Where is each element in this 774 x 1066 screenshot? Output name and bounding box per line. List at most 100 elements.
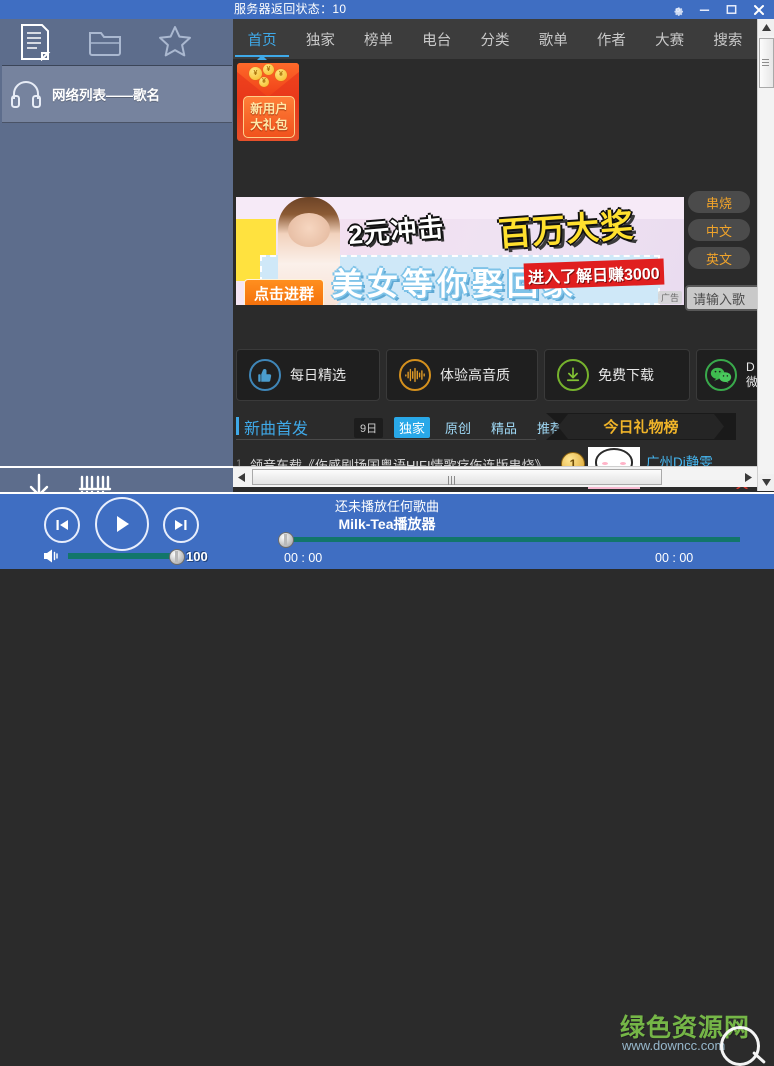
web-content-area: 首页 独家 榜单 电台 分类 歌单 作者 大赛 搜索 ¥ ¥ ¥ ¥ 新用户 大… xyxy=(233,19,757,491)
time-elapsed: 00 : 00 xyxy=(284,551,323,565)
section-title: 新曲首发 xyxy=(244,421,309,438)
filter-premium[interactable]: 精品 xyxy=(486,417,522,438)
feature-label: D xyxy=(746,360,755,374)
section-date-badge: 9日 xyxy=(354,418,384,438)
left-panel: 网络列表——歌名 xyxy=(0,19,233,513)
seek-knob[interactable] xyxy=(278,532,294,548)
nav-tab-author[interactable]: 作者 xyxy=(582,19,640,59)
application-window: 服务器返回状态：10 网络列表——歌名 首页 独家 榜单 电台 分类 歌单 作者… xyxy=(0,0,774,1066)
volume-fill xyxy=(68,553,176,559)
genre-filter-pills: 串烧 中文 英文 xyxy=(688,191,754,275)
nav-tab-label: 搜索 xyxy=(713,32,743,49)
section-accent-bar xyxy=(236,417,239,435)
section-header: 新曲首发 9日 独家 原创 精品 推荐 今日礼物榜 xyxy=(236,413,757,441)
waveform-icon xyxy=(399,359,431,391)
gift-line-1: 新用户 xyxy=(250,102,288,116)
horizontal-scroll-thumb[interactable] xyxy=(252,469,662,485)
blush-right xyxy=(620,462,626,465)
feature-label: 体验高音质 xyxy=(440,367,510,383)
section-filters: 独家 原创 精品 推荐 xyxy=(394,417,568,438)
nav-tab-label: 独家 xyxy=(305,32,335,49)
network-list-title: 网络列表——歌名 xyxy=(52,88,160,103)
seek-track[interactable] xyxy=(286,537,740,542)
nav-tab-label: 大赛 xyxy=(655,32,685,49)
folder-icon[interactable] xyxy=(70,19,140,64)
filter-exclusive[interactable]: 独家 xyxy=(394,417,431,438)
filter-original[interactable]: 原创 xyxy=(440,417,476,438)
nav-tab-label: 分类 xyxy=(480,32,510,49)
feature-card-hifi[interactable]: 体验高音质 xyxy=(386,349,538,401)
feature-card-daily-picks[interactable]: 每日精选 xyxy=(236,349,380,401)
now-playing-status: 还未播放任何歌曲 xyxy=(334,499,439,514)
nav-tab-playlist[interactable]: 歌单 xyxy=(524,19,582,59)
banner-headline-right: 百万大奖 xyxy=(497,206,636,253)
feature-card-row: 每日精选 体验高音质 免费下载 D 微 xyxy=(236,349,757,401)
nav-tab-contest[interactable]: 大赛 xyxy=(641,19,699,59)
scroll-right-arrow-icon[interactable] xyxy=(740,467,757,487)
title-bar: 服务器返回状态：10 xyxy=(0,0,774,19)
left-toolbar xyxy=(0,19,233,64)
scroll-left-arrow-icon[interactable] xyxy=(233,467,250,487)
watermark-text: 绿色资源网 xyxy=(620,1014,751,1042)
magnifier-icon xyxy=(720,1026,760,1066)
feature-label: 每日精选 xyxy=(290,367,346,383)
gift-ranking-ribbon[interactable]: 今日礼物榜 xyxy=(558,414,724,439)
nav-tab-label: 榜单 xyxy=(364,32,394,49)
scroll-down-arrow-icon[interactable] xyxy=(758,474,774,491)
section-divider xyxy=(236,439,536,440)
banner-red-tag: 进入了解日赚3000 xyxy=(523,258,665,290)
banner-headline-left: 2元冲击 xyxy=(347,211,446,251)
network-list-header[interactable]: 网络列表——歌名 xyxy=(2,65,232,123)
promo-banner-ad[interactable]: 2元冲击 百万大奖 美女等你娶回家 点击进群 进入了解日赚3000 广告 xyxy=(236,197,684,305)
gift-label: 新用户 大礼包 xyxy=(243,96,295,138)
gift-ranking-label: 今日礼物榜 xyxy=(603,419,679,436)
star-icon[interactable] xyxy=(140,19,210,64)
wechat-icon xyxy=(705,359,737,391)
window-controls xyxy=(664,0,772,19)
nav-tab-label: 首页 xyxy=(247,32,277,49)
nav-tab-home[interactable]: 首页 xyxy=(233,19,291,60)
horizontal-scrollbar[interactable] xyxy=(233,466,757,487)
window-title: 服务器返回状态：10 xyxy=(234,2,347,16)
feature-label: 免费下载 xyxy=(598,367,654,383)
scroll-up-arrow-icon[interactable] xyxy=(758,19,774,36)
site-navigation: 首页 独家 榜单 电台 分类 歌单 作者 大赛 搜索 xyxy=(233,19,757,60)
volume-value: 100 xyxy=(186,548,208,564)
pill-chinese[interactable]: 中文 xyxy=(688,219,750,241)
volume-slider[interactable] xyxy=(68,549,185,565)
coin-icon: ¥ xyxy=(275,69,287,81)
network-list-body[interactable] xyxy=(2,123,232,464)
hscroll-thumb-grip xyxy=(448,472,457,485)
time-total: 00 : 00 xyxy=(655,551,694,565)
vertical-scrollbar[interactable] xyxy=(757,19,774,491)
gift-line-2: 大礼包 xyxy=(250,118,288,132)
maximize-icon[interactable] xyxy=(718,0,745,19)
nav-tab-charts[interactable]: 榜单 xyxy=(349,19,407,59)
search-input[interactable]: 请输入歌 xyxy=(685,285,757,311)
player-app-name: Milk-Tea播放器 xyxy=(338,516,436,532)
nav-tab-label: 歌单 xyxy=(538,32,568,49)
nav-tab-exclusive[interactable]: 独家 xyxy=(291,19,349,59)
pill-chuanshao[interactable]: 串烧 xyxy=(688,191,750,213)
nav-tab-search[interactable]: 搜索 xyxy=(699,19,757,59)
volume-knob[interactable] xyxy=(169,549,185,565)
feature-card-free-download[interactable]: 免费下载 xyxy=(544,349,690,401)
scroll-thumb-grip xyxy=(762,59,769,66)
close-icon[interactable] xyxy=(745,0,772,19)
playlist-icon[interactable] xyxy=(0,19,70,64)
nav-tab-category[interactable]: 分类 xyxy=(466,19,524,59)
watermark-url: www.downcc.com xyxy=(622,1038,726,1053)
nav-tab-label: 作者 xyxy=(596,32,626,49)
feature-card-wechat[interactable]: D 微 xyxy=(696,349,757,401)
nav-tab-radio[interactable]: 电台 xyxy=(408,19,466,59)
gear-icon[interactable] xyxy=(664,0,691,19)
join-group-button[interactable]: 点击进群 xyxy=(244,279,325,305)
nav-tab-label: 电台 xyxy=(422,32,452,49)
pill-english[interactable]: 英文 xyxy=(688,247,750,269)
new-user-gift-banner[interactable]: ¥ ¥ ¥ ¥ 新用户 大礼包 xyxy=(237,63,299,141)
feature-sublabel: 微 xyxy=(746,375,757,389)
volume-control: 100 xyxy=(42,546,222,566)
headphone-icon xyxy=(10,79,42,109)
volume-icon[interactable] xyxy=(42,548,62,564)
minimize-icon[interactable] xyxy=(691,0,718,19)
